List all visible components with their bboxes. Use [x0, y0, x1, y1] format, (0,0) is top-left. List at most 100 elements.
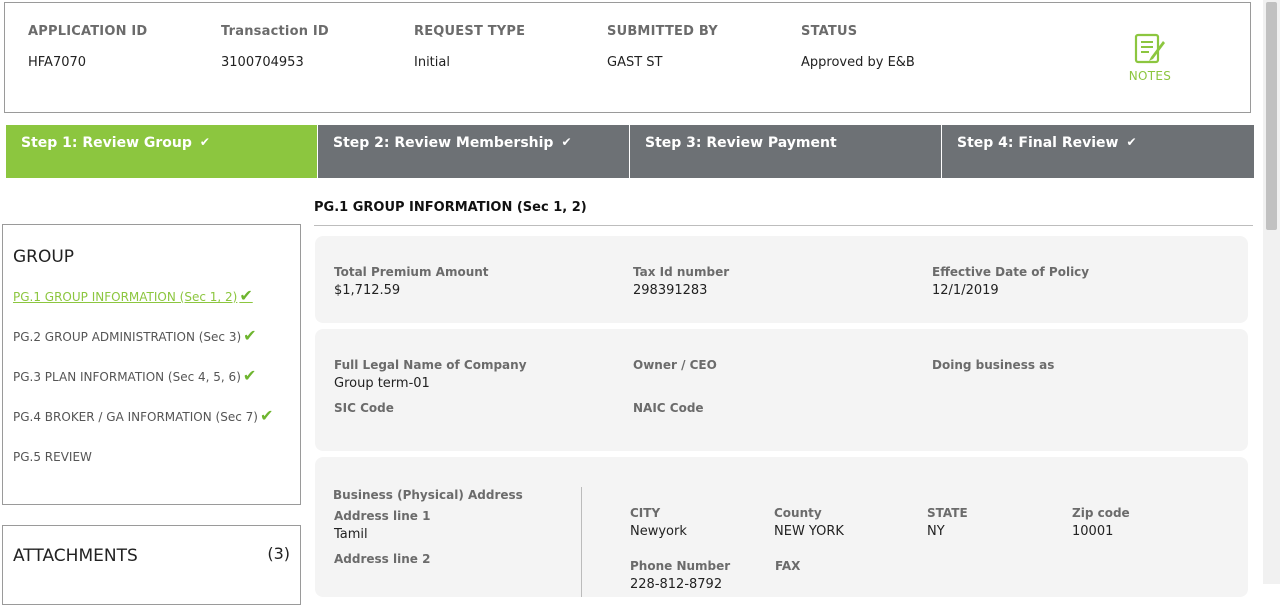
- field-value: 12/1/2019: [932, 283, 999, 298]
- notes-icon: [1134, 33, 1165, 64]
- premium-card: Total Premium Amount $1,712.59 Tax Id nu…: [315, 236, 1248, 323]
- field-label: SIC Code: [334, 401, 394, 415]
- field-value: 228-812-8792: [630, 577, 723, 592]
- state-field: STATE NY: [927, 506, 968, 539]
- field-value: HFA7070: [28, 55, 87, 70]
- submitted-by-field: SUBMITTED BY GAST ST: [607, 24, 718, 70]
- notes-label: NOTES: [1128, 69, 1172, 83]
- field-label: FAX: [775, 559, 801, 573]
- section-title: PG.1 GROUP INFORMATION (Sec 1, 2): [314, 200, 1253, 226]
- status-field: STATUS Approved by E&B: [801, 24, 915, 70]
- notes-button[interactable]: NOTES: [1126, 33, 1174, 83]
- field-value: NEW YORK: [774, 524, 844, 539]
- county-field: County NEW YORK: [774, 506, 844, 539]
- address-line-2-field: Address line 2: [334, 552, 430, 570]
- field-label: Address line 2: [334, 552, 431, 566]
- field-label: Zip code: [1072, 506, 1130, 520]
- divider: [581, 487, 582, 597]
- nav-item-label: PG.3 PLAN INFORMATION (Sec 4, 5, 6): [13, 370, 241, 384]
- address-line-1-field: Address line 1 Tamil: [334, 509, 430, 542]
- effective-date-field: Effective Date of Policy 12/1/2019: [932, 265, 1089, 298]
- step-label: Step 3: Review Payment: [645, 135, 837, 151]
- nav-item-label: PG.2 GROUP ADMINISTRATION (Sec 3): [13, 330, 242, 344]
- field-label: Effective Date of Policy: [932, 265, 1090, 279]
- field-label: Business (Physical) Address: [333, 488, 523, 502]
- attachments-title: ATTACHMENTS: [13, 546, 138, 566]
- group-nav-item-pg3[interactable]: PG.3 PLAN INFORMATION (Sec 4, 5, 6) ✔: [13, 366, 290, 410]
- field-value: NY: [927, 524, 945, 539]
- application-header: APPLICATION ID HFA7070 Transaction ID 31…: [4, 2, 1251, 113]
- request-type-field: REQUEST TYPE Initial: [414, 24, 525, 70]
- field-label: NAIC Code: [633, 401, 704, 415]
- company-card: Full Legal Name of Company Group term-01…: [315, 329, 1248, 451]
- attachments-count: (3): [267, 544, 290, 563]
- attachments-panel[interactable]: ATTACHMENTS (3): [2, 525, 301, 605]
- nav-item-label: PG.5 REVIEW: [13, 450, 92, 464]
- phone-number-field: Phone Number 228-812-8792: [630, 559, 730, 592]
- field-value: Group term-01: [334, 376, 430, 391]
- step-1-tab[interactable]: Step 1: Review Group ✔: [6, 125, 318, 178]
- step-label: Step 4: Final Review: [957, 135, 1119, 151]
- naic-code-field: NAIC Code: [633, 401, 704, 419]
- field-label: SUBMITTED BY: [607, 24, 718, 39]
- field-label: REQUEST TYPE: [414, 24, 526, 39]
- group-nav-item-pg2[interactable]: PG.2 GROUP ADMINISTRATION (Sec 3) ✔: [13, 326, 290, 370]
- step-2-tab[interactable]: Step 2: Review Membership ✔: [318, 125, 630, 178]
- scrollbar-thumb[interactable]: [1266, 2, 1277, 230]
- city-field: CITY Newyork: [630, 506, 687, 539]
- check-icon: ✔: [239, 286, 253, 305]
- tax-id-field: Tax Id number 298391283: [633, 265, 729, 298]
- address-heading: Business (Physical) Address: [333, 488, 523, 502]
- field-value: Approved by E&B: [801, 55, 915, 70]
- field-label: Tax Id number: [633, 265, 730, 279]
- check-icon: ✔: [199, 135, 210, 149]
- application-id-field: APPLICATION ID HFA7070: [28, 24, 147, 70]
- total-premium-field: Total Premium Amount $1,712.59: [334, 265, 489, 298]
- field-label: APPLICATION ID: [28, 24, 148, 39]
- field-label: County: [774, 506, 822, 520]
- field-value: Initial: [414, 55, 450, 70]
- field-value: Newyork: [630, 524, 687, 539]
- field-label: Transaction ID: [221, 24, 329, 39]
- field-label: Full Legal Name of Company: [334, 358, 527, 372]
- group-nav-item-pg4[interactable]: PG.4 BROKER / GA INFORMATION (Sec 7) ✔: [13, 406, 290, 450]
- legal-name-field: Full Legal Name of Company Group term-01: [334, 358, 527, 391]
- nav-item-label: PG.4 BROKER / GA INFORMATION (Sec 7): [13, 410, 258, 424]
- transaction-id-field: Transaction ID 3100704953: [221, 24, 329, 70]
- field-label: Phone Number: [630, 559, 731, 573]
- step-label: Step 2: Review Membership: [333, 135, 554, 151]
- field-label: CITY: [630, 506, 661, 520]
- field-value: 10001: [1072, 524, 1114, 539]
- check-icon: ✔: [1126, 135, 1137, 149]
- field-label: Doing business as: [932, 358, 1055, 372]
- fax-field: FAX: [775, 559, 800, 577]
- field-value: 3100704953: [221, 55, 304, 70]
- field-label: Total Premium Amount: [334, 265, 489, 279]
- group-nav-item-pg5[interactable]: PG.5 REVIEW: [13, 450, 290, 490]
- nav-item-label: PG.1 GROUP INFORMATION (Sec 1, 2): [13, 290, 238, 304]
- field-label: Owner / CEO: [633, 358, 717, 372]
- address-card: Business (Physical) Address Address line…: [315, 457, 1248, 597]
- dba-field: Doing business as: [932, 358, 1054, 376]
- check-icon: ✔: [259, 406, 274, 425]
- step-3-tab[interactable]: Step 3: Review Payment: [630, 125, 942, 178]
- sic-code-field: SIC Code: [334, 401, 394, 419]
- field-value: $1,712.59: [334, 283, 401, 298]
- check-icon: ✔: [243, 326, 257, 345]
- group-panel-title: GROUP: [13, 247, 75, 267]
- group-nav-panel: GROUP PG.1 GROUP INFORMATION (Sec 1, 2) …: [2, 224, 301, 505]
- page-scrollbar[interactable]: [1263, 0, 1280, 584]
- step-4-tab[interactable]: Step 4: Final Review ✔: [942, 125, 1254, 178]
- step-navigation: Step 1: Review Group ✔ Step 2: Review Me…: [6, 125, 1254, 178]
- field-label: STATUS: [801, 24, 858, 39]
- field-value: Tamil: [334, 527, 368, 542]
- owner-field: Owner / CEO: [633, 358, 717, 376]
- group-nav-item-pg1[interactable]: PG.1 GROUP INFORMATION (Sec 1, 2) ✔: [13, 286, 290, 330]
- check-icon: ✔: [242, 366, 257, 385]
- field-value: 298391283: [633, 283, 708, 298]
- field-label: STATE: [927, 506, 968, 520]
- check-icon: ✔: [561, 135, 572, 149]
- field-value: GAST ST: [607, 55, 663, 70]
- zip-code-field: Zip code 10001: [1072, 506, 1130, 539]
- step-label: Step 1: Review Group: [21, 135, 192, 151]
